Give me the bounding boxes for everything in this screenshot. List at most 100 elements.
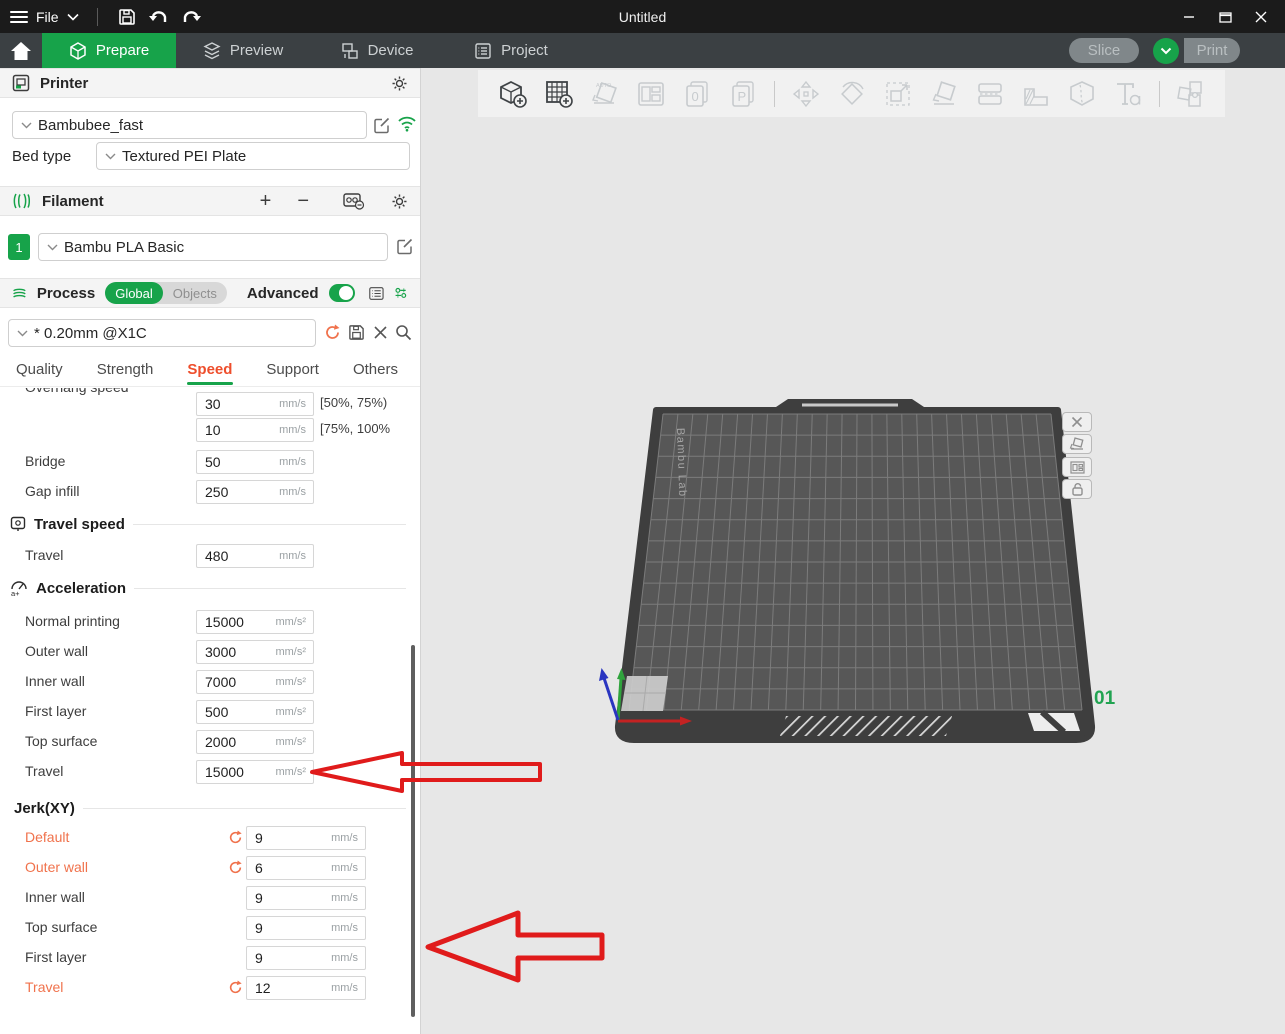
chevron-down-icon	[1160, 47, 1172, 55]
arrange-plate-button[interactable]	[1062, 457, 1092, 477]
redo-icon[interactable]	[180, 6, 202, 28]
accel-top-surface-input[interactable]: 2000mm/s²	[196, 730, 314, 754]
reset-value-icon[interactable]	[228, 860, 243, 875]
overhang-speed-input-1[interactable]: 30mm/s	[196, 392, 314, 416]
tab-prepare-label: Prepare	[96, 42, 149, 59]
minimize-button[interactable]	[1171, 0, 1207, 33]
edit-printer-icon[interactable]	[373, 116, 391, 134]
reset-preset-icon[interactable]	[324, 324, 341, 341]
process-preset-select[interactable]: * 0.20mm @X1C	[8, 319, 316, 347]
undo-icon[interactable]	[148, 6, 170, 28]
scope-global[interactable]: Global	[105, 282, 163, 304]
jerk-inner-wall-input[interactable]: 9mm/s	[246, 886, 366, 910]
jerk-first-layer-input[interactable]: 9mm/s	[246, 946, 366, 970]
accel-inner-wall-input[interactable]: 7000mm/s²	[196, 670, 314, 694]
process-tab-bar: Quality Strength Speed Support Others	[0, 358, 420, 387]
lock-icon	[1071, 482, 1084, 496]
acceleration-section-header: a+ Acceleration	[0, 578, 420, 598]
chevron-down-icon	[17, 330, 28, 337]
save-icon[interactable]	[116, 6, 138, 28]
filament-section-title: Filament	[42, 193, 104, 210]
search-params-icon[interactable]	[395, 324, 412, 341]
printer-preset-value: Bambubee_fast	[38, 117, 143, 134]
bridge-input[interactable]: 50mm/s	[196, 450, 314, 474]
print-button[interactable]: Print	[1184, 38, 1240, 63]
tab-support[interactable]: Support	[266, 361, 319, 384]
accel-travel-row: Travel 15000mm/s²	[0, 760, 420, 784]
tab-others[interactable]: Others	[353, 361, 398, 384]
chevron-down-icon	[67, 13, 79, 21]
jerk-travel-input[interactable]: 12mm/s	[246, 976, 366, 1000]
file-menu[interactable]: File	[10, 8, 79, 26]
tab-preview-label: Preview	[230, 42, 283, 59]
delete-preset-icon[interactable]	[373, 325, 388, 340]
jerk-top-surface-input[interactable]: 9mm/s	[246, 916, 366, 940]
tab-preview[interactable]: Preview	[176, 33, 310, 68]
tab-device-label: Device	[368, 42, 414, 59]
jerk-top-surface-row: Top surface 9mm/s	[0, 916, 420, 940]
tab-speed[interactable]: Speed	[187, 361, 232, 384]
accel-travel-input[interactable]: 15000mm/s²	[196, 760, 314, 784]
process-scope-switch[interactable]: Global Objects	[105, 282, 227, 304]
compare-params-icon[interactable]	[394, 285, 408, 302]
jerk-section-header: Jerk(XY)	[0, 798, 420, 818]
travel-speed-input[interactable]: 480mm/s	[196, 544, 314, 568]
delete-plate-button[interactable]	[1062, 412, 1092, 432]
reset-value-icon[interactable]	[228, 830, 243, 845]
filament-settings-gear-icon[interactable]	[391, 193, 408, 210]
travel-speed-row: Travel 480mm/s	[0, 544, 420, 568]
reset-value-icon[interactable]	[228, 980, 243, 995]
home-button[interactable]	[0, 33, 42, 68]
orient-plate-button[interactable]	[1062, 434, 1092, 454]
settings-list-icon[interactable]	[369, 285, 384, 302]
accel-outer-wall-row: Outer wall 3000mm/s²	[0, 640, 420, 664]
accel-outer-wall-input[interactable]: 3000mm/s²	[196, 640, 314, 664]
tab-device[interactable]: Device	[310, 33, 444, 68]
filament-preset-select[interactable]: Bambu PLA Basic	[38, 233, 388, 261]
tab-project[interactable]: Project	[444, 33, 578, 68]
overhang-speed-input-2[interactable]: 10mm/s	[196, 418, 314, 442]
jerk-default-input[interactable]: 9mm/s	[246, 826, 366, 850]
jerk-default-row: Default 9mm/s	[0, 826, 420, 850]
advanced-label: Advanced	[247, 285, 319, 302]
ams-sync-icon[interactable]	[343, 192, 365, 210]
advanced-toggle[interactable]	[329, 284, 356, 302]
slice-button[interactable]: Slice	[1069, 38, 1139, 63]
bed-type-label: Bed type	[12, 148, 71, 165]
printer-preset-select[interactable]: Bambubee_fast	[12, 111, 367, 139]
tab-prepare[interactable]: Prepare	[42, 33, 176, 68]
accel-normal-input[interactable]: 15000mm/s²	[196, 610, 314, 634]
filament-slot-number[interactable]: 1	[8, 234, 30, 260]
filament-preset-value: Bambu PLA Basic	[64, 239, 184, 256]
gap-infill-input[interactable]: 250mm/s	[196, 480, 314, 504]
remove-filament-button[interactable]: −	[297, 190, 309, 213]
panel-scrollbar[interactable]	[411, 645, 415, 1017]
printer-icon	[12, 74, 30, 92]
add-filament-button[interactable]: +	[260, 190, 272, 213]
accel-first-layer-input[interactable]: 500mm/s²	[196, 700, 314, 724]
process-section-header: Process Global Objects Advanced	[0, 278, 420, 308]
save-preset-icon[interactable]	[348, 324, 365, 341]
scope-objects[interactable]: Objects	[163, 282, 227, 304]
tab-quality[interactable]: Quality	[16, 361, 63, 384]
edit-filament-icon[interactable]	[396, 237, 414, 255]
printer-settings-gear-icon[interactable]	[391, 75, 408, 92]
tab-strength[interactable]: Strength	[97, 361, 154, 384]
jerk-outer-wall-input[interactable]: 6mm/s	[246, 856, 366, 880]
wifi-icon	[397, 115, 417, 132]
settings-scroll-area[interactable]: Overhang speed 30mm/s [50%, 75%) 10mm/s …	[0, 388, 420, 1034]
print-dropdown-button[interactable]	[1153, 38, 1179, 64]
lock-plate-button[interactable]	[1062, 479, 1092, 499]
overhang-speed-row-1: 30mm/s [50%, 75%)	[0, 392, 420, 416]
bed-type-value: Textured PEI Plate	[122, 148, 246, 165]
prepare-cube-icon	[69, 42, 87, 60]
close-button[interactable]	[1243, 0, 1279, 33]
bed-type-select[interactable]: Textured PEI Plate	[96, 142, 410, 170]
plate-hatch-strip	[780, 716, 952, 736]
maximize-button[interactable]	[1207, 0, 1243, 33]
accel-inner-wall-row: Inner wall 7000mm/s²	[0, 670, 420, 694]
viewport-3d[interactable]: AUTO 0 P	[421, 68, 1285, 1034]
process-section-title: Process	[37, 285, 95, 302]
accel-first-layer-row: First layer 500mm/s²	[0, 700, 420, 724]
gap-infill-row: Gap infill 250mm/s	[0, 480, 420, 504]
